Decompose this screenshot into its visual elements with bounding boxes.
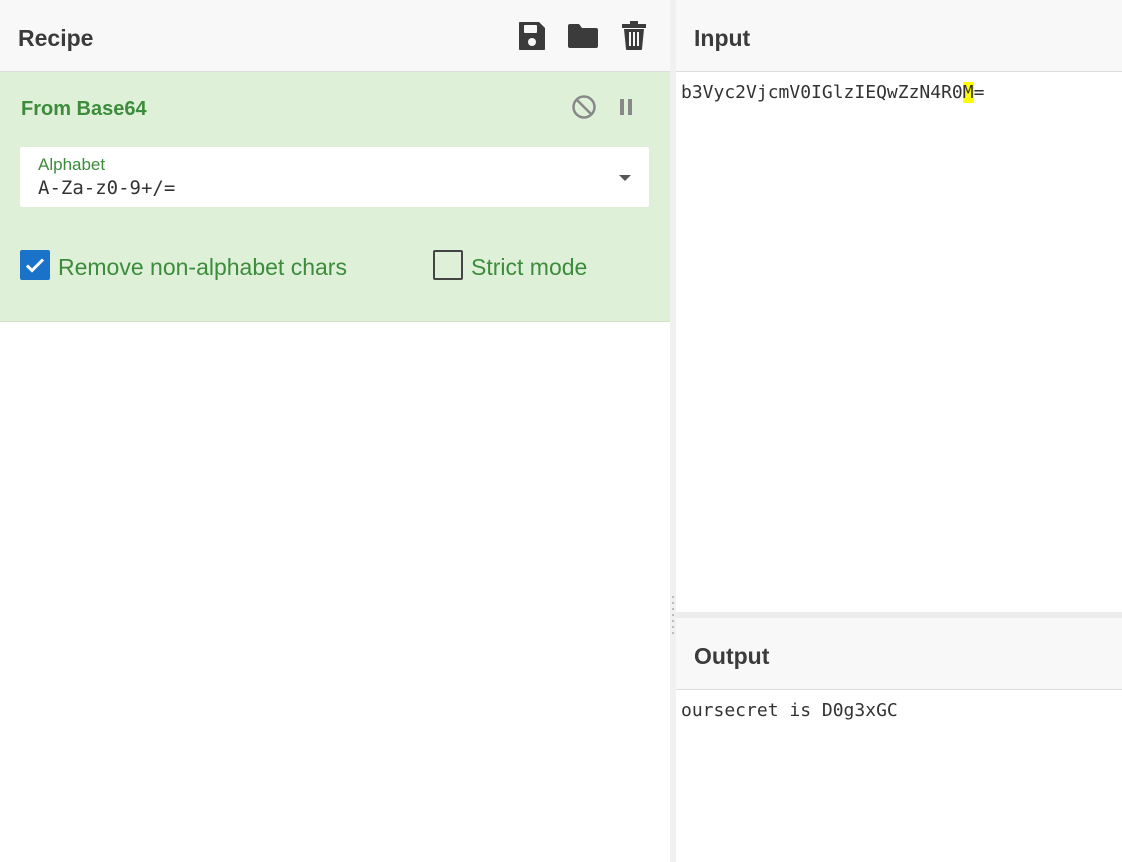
output-text: oursecret is D0g3xGC bbox=[681, 700, 898, 721]
operation-title: From Base64 bbox=[21, 98, 147, 120]
input-title: Input bbox=[694, 25, 751, 51]
save-icon[interactable] bbox=[517, 20, 547, 52]
pause-icon[interactable] bbox=[613, 94, 639, 120]
output-area[interactable]: oursecret is D0g3xGC bbox=[676, 690, 1122, 862]
divider-grip bbox=[672, 632, 674, 634]
divider-grip bbox=[672, 626, 674, 628]
input-textarea[interactable]: b3Vyc2VjcmV0IGlzIEQwZzN4R0M= bbox=[676, 72, 1122, 612]
divider-grip bbox=[672, 620, 674, 622]
from-base64-operation: From Base64 Alphabet A-Za-z0-9+/= Remove… bbox=[0, 72, 670, 322]
alphabet-value: A-Za-z0-9+/= bbox=[38, 177, 176, 199]
input-highlight: M bbox=[962, 82, 974, 103]
input-text-start: b3Vyc2VjcmV0IGlzIEQwZzN4R0 bbox=[681, 82, 963, 103]
chevron-down-icon bbox=[619, 175, 631, 181]
recipe-title: Recipe bbox=[18, 25, 94, 51]
input-text-end: = bbox=[973, 82, 985, 103]
divider-grip bbox=[672, 608, 674, 610]
folder-icon[interactable] bbox=[567, 20, 599, 52]
divider-grip bbox=[672, 614, 674, 616]
trash-icon[interactable] bbox=[620, 20, 648, 52]
output-title: Output bbox=[694, 643, 770, 669]
remove-non-alphabet-label[interactable]: Remove non-alphabet chars bbox=[58, 254, 347, 281]
alphabet-select[interactable]: Alphabet A-Za-z0-9+/= bbox=[20, 147, 649, 207]
recipe-pane: Recipe From Base64 Alphabet A-Za-z0-9+/=… bbox=[0, 0, 670, 862]
input-header: Input bbox=[676, 0, 1122, 72]
divider-grip bbox=[672, 602, 674, 604]
disable-icon[interactable] bbox=[571, 94, 597, 120]
strict-mode-checkbox[interactable] bbox=[433, 250, 463, 280]
alphabet-label: Alphabet bbox=[38, 155, 106, 174]
remove-non-alphabet-checkbox[interactable] bbox=[20, 250, 50, 280]
strict-mode-label[interactable]: Strict mode bbox=[471, 254, 587, 281]
recipe-header: Recipe bbox=[0, 0, 670, 72]
input-text: b3Vyc2VjcmV0IGlzIEQwZzN4R0M= bbox=[681, 82, 984, 103]
divider-grip bbox=[672, 596, 674, 598]
output-header: Output bbox=[676, 618, 1122, 690]
